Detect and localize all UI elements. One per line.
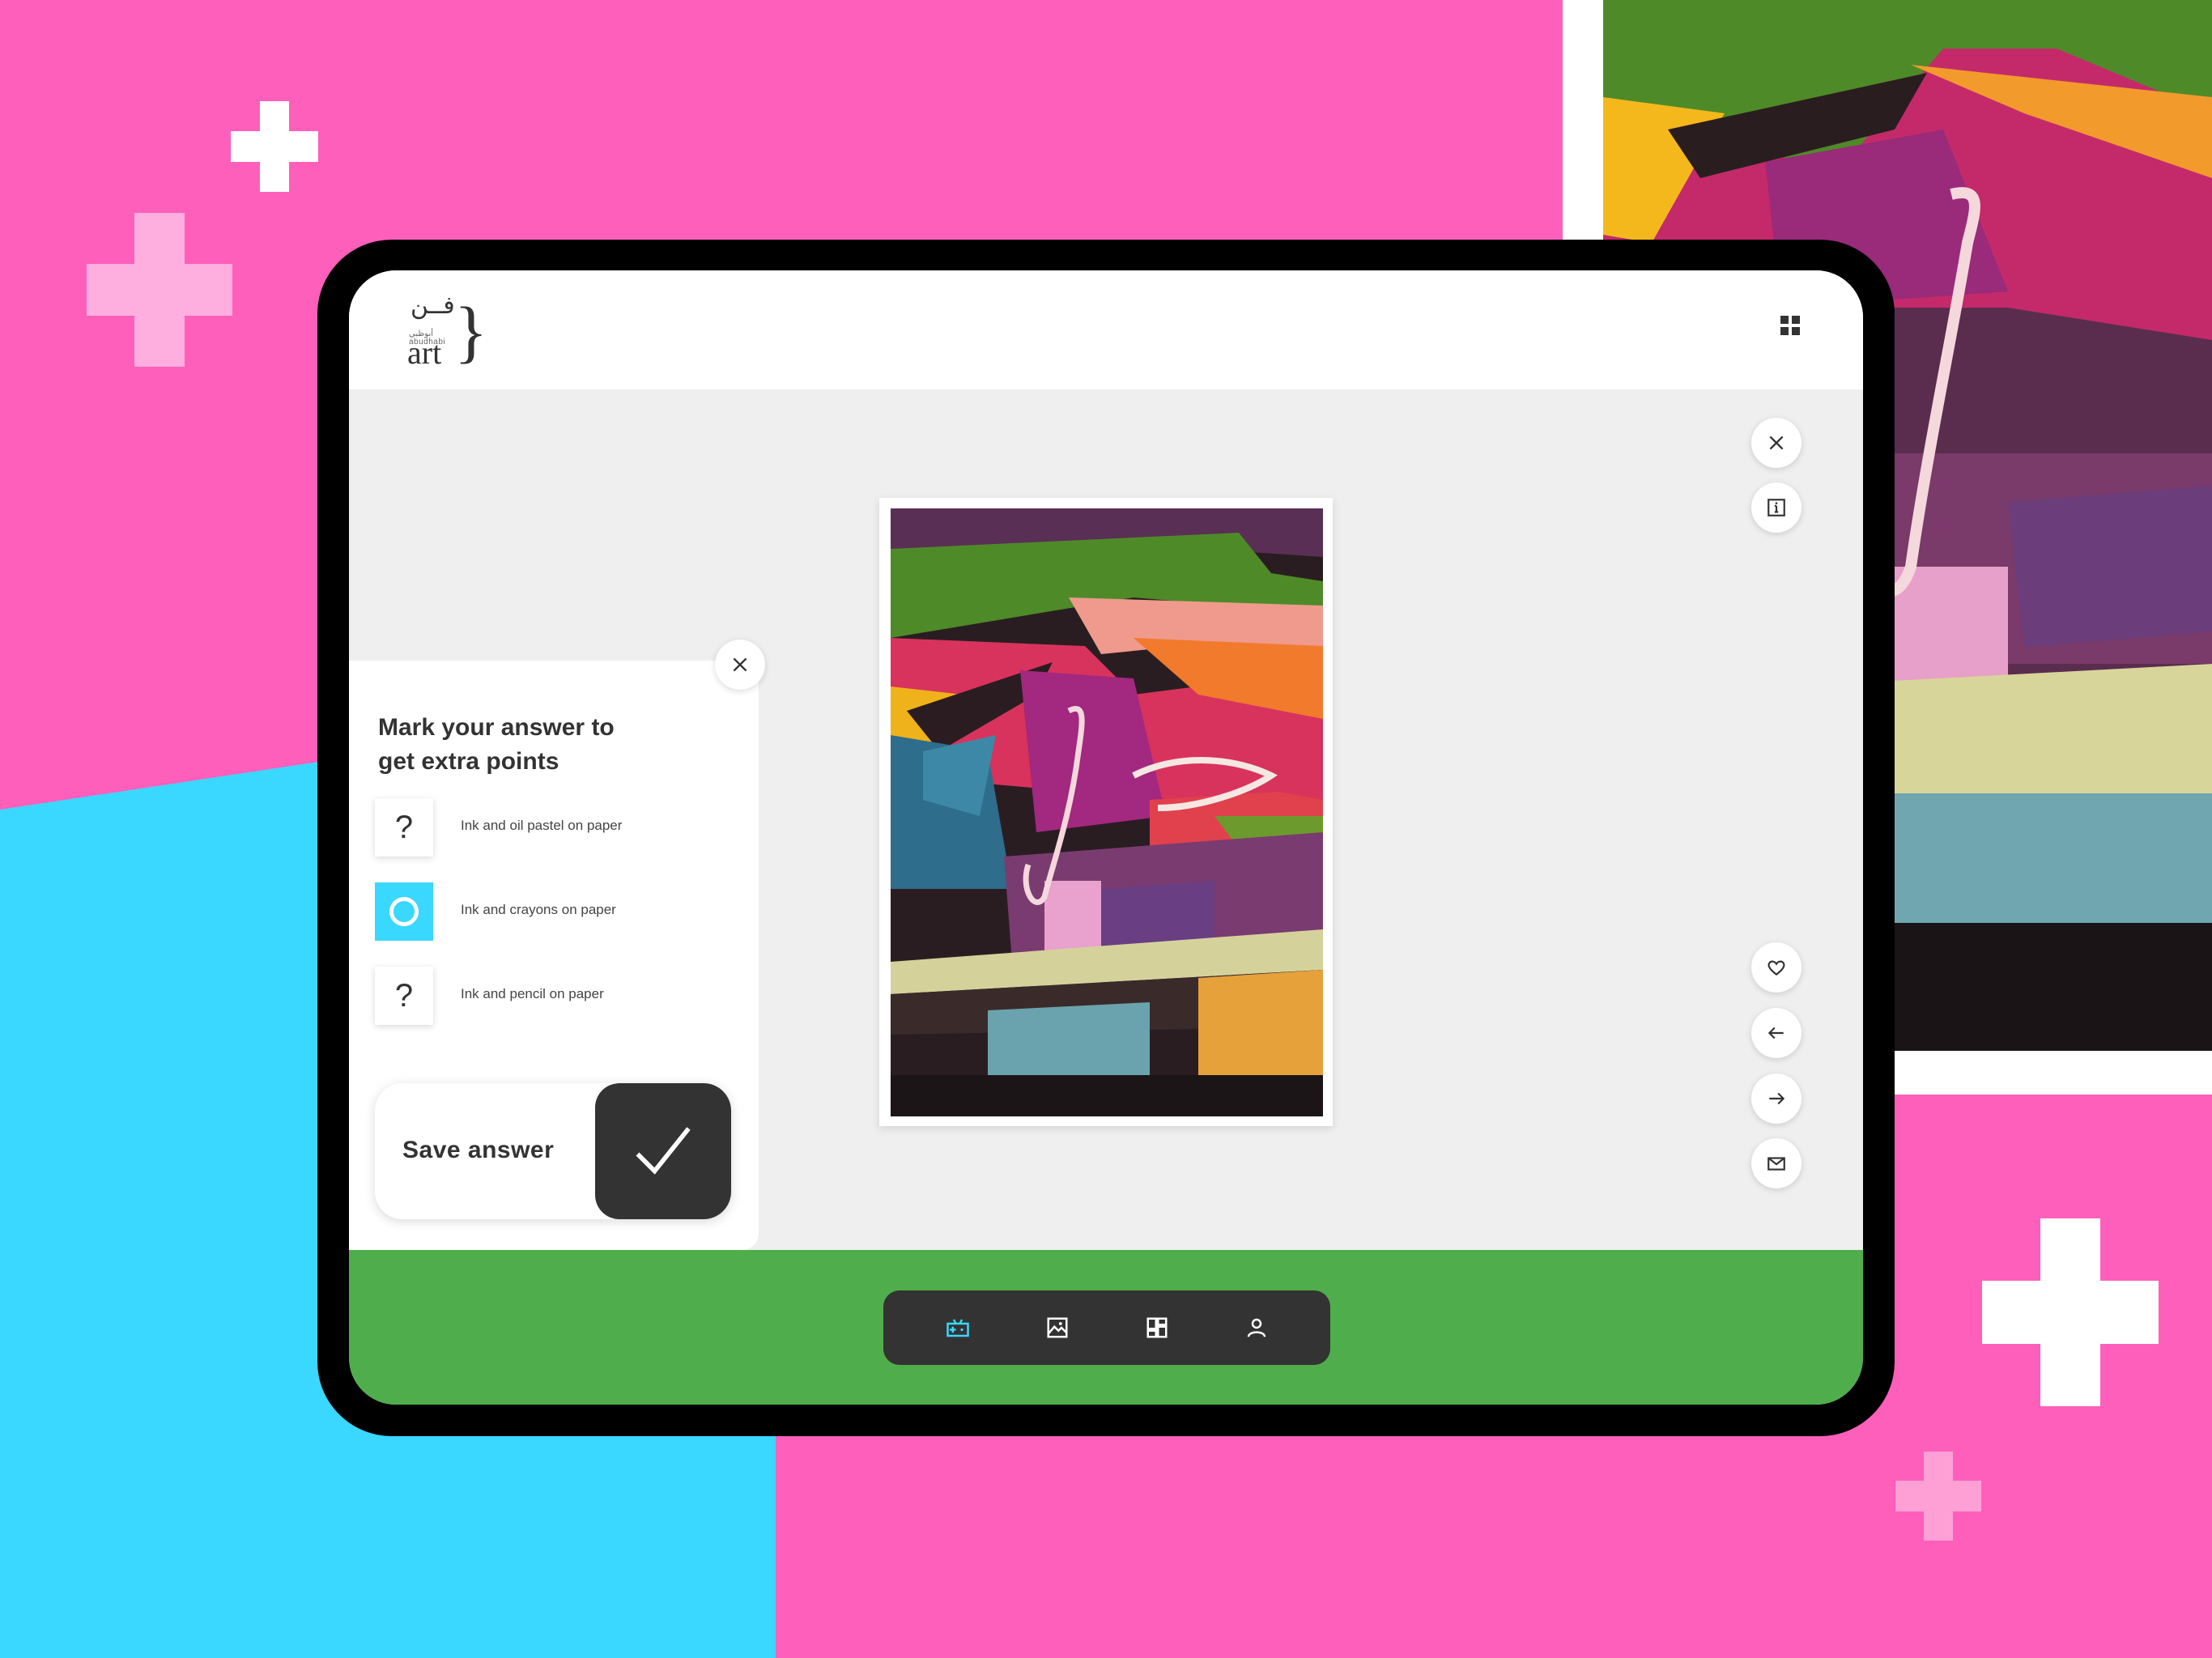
plus-decoration bbox=[87, 213, 232, 367]
arrow-right-icon bbox=[1769, 1092, 1785, 1105]
logo-arabic-text: فــن bbox=[410, 291, 455, 320]
mail-icon bbox=[1767, 1157, 1785, 1171]
header: فــن أبوظبي abudhabi art } bbox=[349, 270, 1863, 389]
footer-bar bbox=[349, 1250, 1863, 1405]
artwork-image bbox=[891, 508, 1323, 1116]
radio-ring-icon bbox=[389, 897, 419, 926]
close-icon bbox=[733, 657, 747, 672]
plus-decoration bbox=[231, 101, 318, 192]
abudhabi-art-logo[interactable]: فــن أبوظبي abudhabi art } bbox=[406, 291, 487, 371]
image-icon bbox=[1047, 1317, 1067, 1338]
nav-profile[interactable] bbox=[1240, 1312, 1273, 1344]
next-button[interactable] bbox=[1751, 1073, 1802, 1124]
tablet-device: فــن أبوظبي abudhabi art } Mark your ans… bbox=[317, 240, 1895, 1436]
quiz-title: Mark your answer to get extra points bbox=[378, 714, 615, 775]
favorite-button[interactable] bbox=[1751, 942, 1802, 993]
checkmark-icon bbox=[595, 1083, 731, 1219]
close-quiz-button[interactable] bbox=[715, 640, 765, 690]
option-label: Ink and pencil on paper bbox=[461, 986, 604, 1001]
share-mail-button[interactable] bbox=[1751, 1138, 1802, 1188]
bottom-navigation bbox=[883, 1290, 1330, 1365]
save-answer-label: Save answer bbox=[402, 1137, 555, 1163]
quiz-option[interactable]: ? Ink and oil pastel on paper bbox=[375, 798, 731, 857]
option-label: Ink and oil pastel on paper bbox=[461, 818, 623, 833]
logo-wordmark: art bbox=[407, 334, 442, 371]
option-label: Ink and crayons on paper bbox=[461, 902, 616, 917]
close-button[interactable] bbox=[1751, 418, 1802, 468]
info-button[interactable] bbox=[1751, 483, 1802, 533]
grid-icon[interactable] bbox=[1774, 309, 1806, 342]
plus-decoration bbox=[1982, 1218, 2159, 1406]
nav-gallery[interactable] bbox=[1041, 1312, 1074, 1344]
artwork-frame[interactable] bbox=[879, 498, 1333, 1126]
heart-icon bbox=[1767, 960, 1785, 976]
quiz-option-selected[interactable]: Ink and crayons on paper bbox=[375, 882, 731, 941]
close-icon bbox=[1769, 436, 1784, 450]
option-question-mark[interactable]: ? bbox=[375, 967, 433, 1025]
nav-game[interactable] bbox=[942, 1312, 974, 1344]
option-radio-selected[interactable] bbox=[375, 882, 433, 941]
nav-dashboard[interactable] bbox=[1141, 1312, 1173, 1344]
option-question-mark[interactable]: ? bbox=[375, 798, 433, 857]
plus-decoration bbox=[1895, 1452, 1981, 1541]
save-answer-button[interactable]: Save answer bbox=[375, 1083, 731, 1219]
user-icon bbox=[1247, 1318, 1266, 1337]
info-icon bbox=[1767, 499, 1785, 517]
arrow-left-icon bbox=[1767, 1027, 1784, 1039]
quiz-option[interactable]: ? Ink and pencil on paper bbox=[375, 967, 731, 1025]
previous-button[interactable] bbox=[1751, 1008, 1802, 1058]
app-screen: فــن أبوظبي abudhabi art } Mark your ans… bbox=[349, 270, 1863, 1405]
quiz-panel: Mark your answer to get extra points ? I… bbox=[349, 661, 759, 1250]
logo-brace: } bbox=[454, 292, 488, 370]
game-icon bbox=[946, 1319, 969, 1337]
dashboard-icon bbox=[1146, 1317, 1167, 1338]
